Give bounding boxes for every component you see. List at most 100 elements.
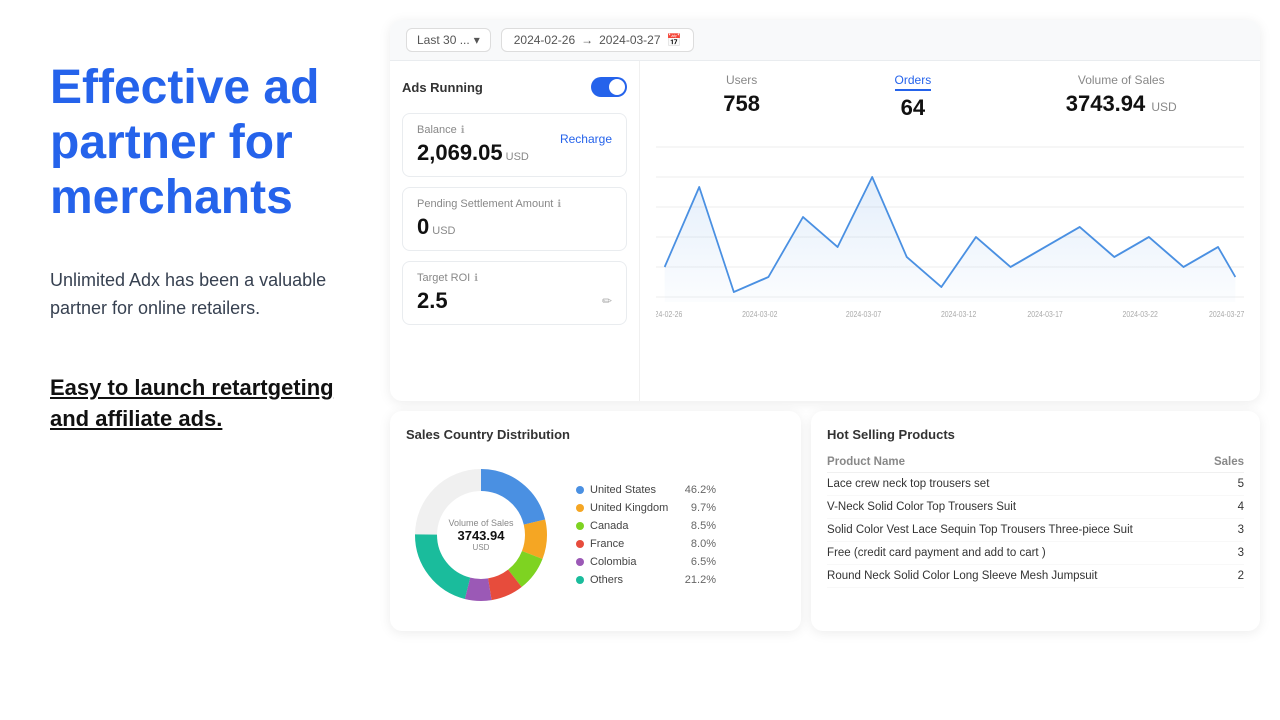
svg-text:2024-03-12: 2024-03-12 xyxy=(941,310,976,320)
target-roi-value: 2.5 xyxy=(417,288,448,314)
chart-svg: 0 1 2 3 4 5 xyxy=(656,137,1244,332)
product-name: Lace crew neck top trousers set xyxy=(827,473,1207,496)
legend-item: United States 46.2% xyxy=(576,484,716,496)
legend-item: Others 21.2% xyxy=(576,574,716,586)
arrow-icon: → xyxy=(581,33,593,47)
pie-legend: United States 46.2% United Kingdom 9.7% … xyxy=(576,484,716,586)
calendar-icon: 📅 xyxy=(667,33,682,47)
product-sales: 2 xyxy=(1207,565,1244,588)
stat-sales-label: Volume of Sales xyxy=(1066,73,1177,87)
donut-chart: Volume of Sales 3743.94 USD xyxy=(406,460,556,610)
date-range[interactable]: 2024-02-26 → 2024-03-27 📅 xyxy=(501,28,695,52)
pie-card-title: Sales Country Distribution xyxy=(406,427,785,442)
hot-products-card: Hot Selling Products Product Name Sales … xyxy=(811,411,1260,631)
legend-dot xyxy=(576,576,584,584)
description: Unlimited Adx has been a valuable partne… xyxy=(50,266,340,324)
table-row: Round Neck Solid Color Long Sleeve Mesh … xyxy=(827,565,1244,588)
pending-label: Pending Settlement Amount ℹ xyxy=(417,198,612,210)
legend-name: France xyxy=(590,538,685,550)
legend-pct: 8.5% xyxy=(691,520,716,532)
balance-info-icon: ℹ xyxy=(461,125,465,136)
svg-text:2024-03-22: 2024-03-22 xyxy=(1123,310,1158,320)
product-sales: 5 xyxy=(1207,473,1244,496)
bottom-row: Sales Country Distribution xyxy=(390,411,1260,631)
recharge-button[interactable]: Recharge xyxy=(560,132,612,146)
ads-running-row: Ads Running xyxy=(402,73,627,101)
svg-text:2024-03-07: 2024-03-07 xyxy=(846,310,881,320)
svg-text:2024-03-27: 2024-03-27 xyxy=(1209,310,1244,320)
date-to: 2024-03-27 xyxy=(599,33,660,47)
legend-dot xyxy=(576,540,584,548)
left-panel: Effective ad partner for merchants Unlim… xyxy=(0,0,380,720)
legend-name: United States xyxy=(590,484,679,496)
legend-name: Canada xyxy=(590,520,685,532)
target-roi-label: Target ROI ℹ xyxy=(417,272,612,284)
dashboard-card: Last 30 ... ▾ 2024-02-26 → 2024-03-27 📅 … xyxy=(390,20,1260,401)
legend-name: United Kingdom xyxy=(590,502,685,514)
col-product-name: Product Name xyxy=(827,452,1207,473)
balance-box: Balance ℹ 2,069.05 USD Recharge xyxy=(402,113,627,177)
product-sales: 3 xyxy=(1207,542,1244,565)
donut-center-label: Volume of Sales xyxy=(448,518,513,528)
hot-products-table: Product Name Sales Lace crew neck top tr… xyxy=(827,452,1244,588)
legend-pct: 46.2% xyxy=(685,484,716,496)
table-row: Lace crew neck top trousers set5 xyxy=(827,473,1244,496)
legend-pct: 21.2% xyxy=(685,574,716,586)
svg-text:2024-03-02: 2024-03-02 xyxy=(742,310,777,320)
legend-dot xyxy=(576,558,584,566)
legend-name: Colombia xyxy=(590,556,685,568)
date-from: 2024-02-26 xyxy=(514,33,575,47)
ads-running-toggle[interactable] xyxy=(591,77,627,97)
donut-center-value: 3743.94 xyxy=(448,528,513,543)
table-row: Free (credit card payment and add to car… xyxy=(827,542,1244,565)
legend-dot xyxy=(576,522,584,530)
date-filter[interactable]: Last 30 ... ▾ xyxy=(406,28,491,52)
pending-info-icon: ℹ xyxy=(557,199,561,210)
pie-content: Volume of Sales 3743.94 USD United State… xyxy=(406,454,785,615)
stat-sales-value: 3743.94 USD xyxy=(1066,91,1177,117)
product-sales: 3 xyxy=(1207,519,1244,542)
filter-label: Last 30 ... xyxy=(417,33,470,47)
dashboard-main: Ads Running Balance ℹ 2,069.05 USD Rec xyxy=(390,61,1260,401)
stat-orders-label: Orders xyxy=(895,73,932,91)
stat-users: Users 758 xyxy=(723,73,760,121)
pending-settlement-box: Pending Settlement Amount ℹ 0 USD xyxy=(402,187,627,251)
product-name: Free (credit card payment and add to car… xyxy=(827,542,1207,565)
col-sales: Sales xyxy=(1207,452,1244,473)
svg-text:2024-02-26: 2024-02-26 xyxy=(656,310,682,320)
headline: Effective ad partner for merchants xyxy=(50,60,340,226)
table-row: Solid Color Vest Lace Sequin Top Trouser… xyxy=(827,519,1244,542)
pending-value: 0 USD xyxy=(417,214,612,240)
balance-value: 2,069.05 USD xyxy=(417,140,529,166)
legend-dot xyxy=(576,504,584,512)
product-name: Round Neck Solid Color Long Sleeve Mesh … xyxy=(827,565,1207,588)
legend-item: United Kingdom 9.7% xyxy=(576,502,716,514)
chart-panel: Users 758 Orders 64 Volume of Sales 3743… xyxy=(640,61,1260,401)
target-roi-box: Target ROI ℹ 2.5 ✏ xyxy=(402,261,627,325)
pie-card: Sales Country Distribution xyxy=(390,411,801,631)
line-chart: 0 1 2 3 4 5 xyxy=(656,137,1244,337)
top-bar: Last 30 ... ▾ 2024-02-26 → 2024-03-27 📅 xyxy=(390,20,1260,61)
product-sales: 4 xyxy=(1207,496,1244,519)
legend-pct: 8.0% xyxy=(691,538,716,550)
legend-item: Colombia 6.5% xyxy=(576,556,716,568)
stat-users-value: 758 xyxy=(723,91,760,117)
svg-text:2024-03-17: 2024-03-17 xyxy=(1027,310,1062,320)
roi-info-icon: ℹ xyxy=(474,273,478,284)
legend-name: Others xyxy=(590,574,679,586)
donut-center-unit: USD xyxy=(448,543,513,552)
ads-running-label: Ads Running xyxy=(402,80,483,95)
donut-label: Volume of Sales 3743.94 USD xyxy=(448,518,513,552)
cta-link[interactable]: Easy to launch retartgeting and affiliat… xyxy=(50,373,340,435)
hot-card-title: Hot Selling Products xyxy=(827,427,1244,442)
stat-sales: Volume of Sales 3743.94 USD xyxy=(1066,73,1177,121)
stat-users-label: Users xyxy=(723,73,760,87)
chevron-down-icon: ▾ xyxy=(474,33,480,47)
chart-stats: Users 758 Orders 64 Volume of Sales 3743… xyxy=(656,73,1244,121)
table-row: V-Neck Solid Color Top Trousers Suit4 xyxy=(827,496,1244,519)
legend-pct: 9.7% xyxy=(691,502,716,514)
legend-dot xyxy=(576,486,584,494)
legend-item: Canada 8.5% xyxy=(576,520,716,532)
product-name: V-Neck Solid Color Top Trousers Suit xyxy=(827,496,1207,519)
edit-icon[interactable]: ✏ xyxy=(602,294,612,308)
